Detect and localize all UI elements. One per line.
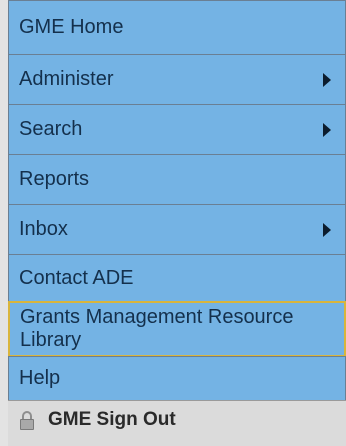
- menu-item-label: Inbox: [19, 218, 68, 240]
- menu-item-inbox[interactable]: Inbox: [8, 204, 346, 255]
- menu-item-label: Contact ADE: [19, 266, 134, 289]
- menu-item-label: Administer: [19, 68, 114, 90]
- menu-item-label: Grants Management Resource Library: [20, 306, 294, 351]
- navigation-menu: GME Home Administer Search Reports Inbox…: [0, 0, 346, 446]
- menu-item-label: Reports: [19, 168, 90, 190]
- menu-item-help[interactable]: Help: [8, 356, 346, 401]
- lock-icon: [20, 411, 34, 431]
- triangle-right-icon: [323, 122, 331, 137]
- triangle-right-icon: [323, 72, 331, 87]
- menu-item-label: Help: [19, 367, 61, 389]
- menu-item-reports[interactable]: Reports: [8, 154, 346, 205]
- menu-item-label: Search: [19, 118, 83, 140]
- triangle-right-icon: [323, 222, 331, 237]
- sign-out-label: GME Sign Out: [48, 409, 176, 430]
- menu-item-label: GME Home: [19, 16, 124, 38]
- menu-item-search[interactable]: Search: [8, 104, 346, 155]
- sign-out-button[interactable]: GME Sign Out: [8, 400, 346, 446]
- menu-item-grants-management-resource-library[interactable]: Grants Management Resource Library: [8, 301, 346, 357]
- menu-item-gme-home[interactable]: GME Home: [8, 0, 346, 55]
- menu-item-contact-ade[interactable]: Contact ADE: [8, 254, 346, 302]
- menu-item-administer[interactable]: Administer: [8, 54, 346, 105]
